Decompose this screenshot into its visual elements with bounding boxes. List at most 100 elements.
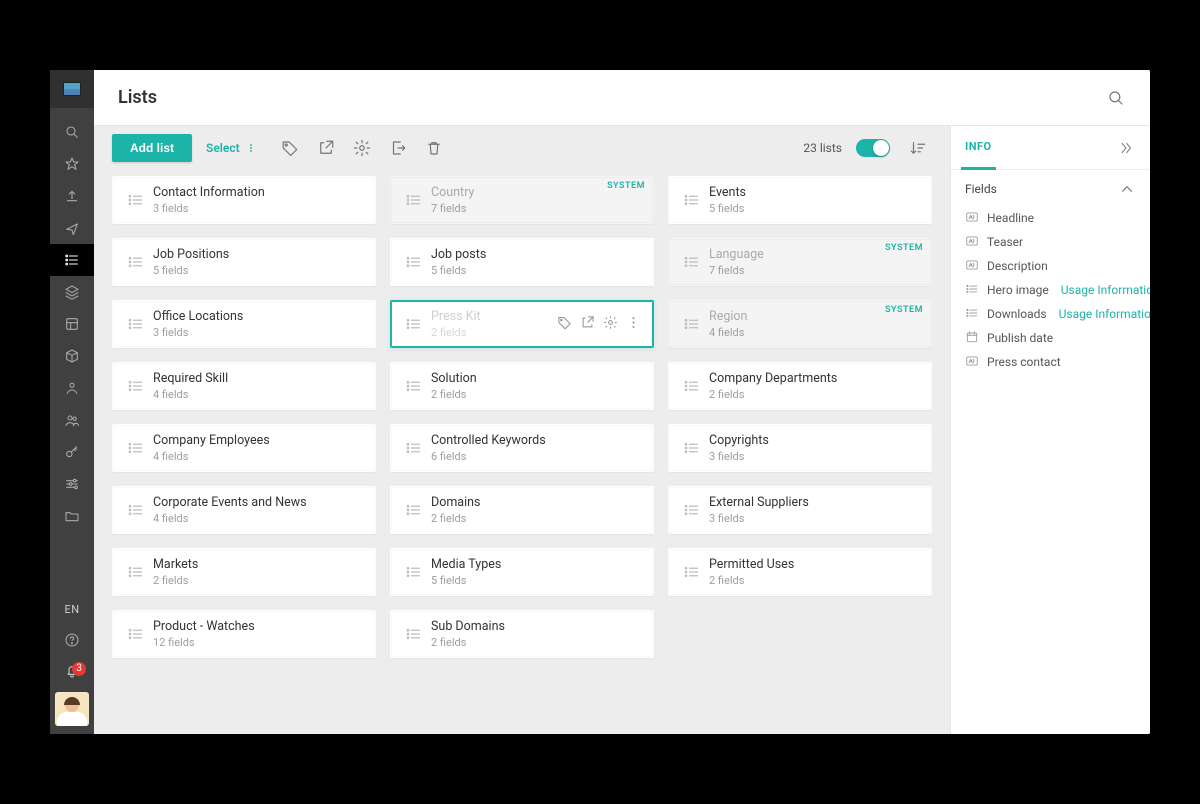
list-card[interactable]: Required Skill 4 fields [112, 362, 376, 410]
list-subtitle: 7 fields [431, 202, 474, 215]
list-card[interactable]: Job posts 5 fields [390, 238, 654, 286]
list-title: Controlled Keywords [431, 433, 546, 448]
topbar: Lists [94, 70, 1150, 126]
list-title: Region [709, 309, 747, 324]
info-panel: INFO Fields Headline [950, 126, 1150, 734]
list-icon [675, 501, 709, 519]
list-icon [397, 625, 431, 643]
list-card[interactable]: Company Departments 2 fields [668, 362, 932, 410]
field-row[interactable]: Downloads Usage Information [965, 302, 1136, 326]
list-subtitle: 4 fields [709, 326, 747, 339]
list-card[interactable]: Company Employees 4 fields [112, 424, 376, 472]
list-title: Corporate Events and News [153, 495, 307, 510]
section-title-fields: Fields [965, 182, 997, 196]
list-card[interactable]: Domains 2 fields [390, 486, 654, 534]
nav-folder[interactable] [50, 500, 94, 532]
language-selector[interactable]: EN [50, 594, 94, 624]
notifications-badge: 3 [72, 662, 86, 676]
nav-dashboard[interactable] [50, 308, 94, 340]
list-subtitle: 7 fields [709, 264, 764, 277]
nav-layers[interactable] [50, 276, 94, 308]
list-title: Language [709, 247, 764, 262]
list-card[interactable]: Language 7 fields SYSTEM [668, 238, 932, 286]
nav-user[interactable] [50, 372, 94, 404]
card-open-icon[interactable] [580, 315, 595, 334]
card-gear-icon[interactable] [603, 315, 618, 334]
field-row[interactable]: Hero image Usage Information [965, 278, 1136, 302]
list-card[interactable]: Markets 2 fields [112, 548, 376, 596]
nav-share[interactable] [50, 212, 94, 244]
list-card[interactable]: Copyrights 3 fields [668, 424, 932, 472]
nav-upload[interactable] [50, 180, 94, 212]
notifications-button[interactable]: 3 [50, 656, 94, 686]
list-card[interactable]: Solution 2 fields [390, 362, 654, 410]
list-subtitle: 5 fields [153, 264, 229, 277]
field-name: Hero image [987, 283, 1049, 297]
list-card[interactable]: Sub Domains 2 fields [390, 610, 654, 658]
view-toggle[interactable] [856, 139, 890, 157]
nav-favorites[interactable] [50, 148, 94, 180]
nav-settings[interactable] [50, 468, 94, 500]
toolbar-open-external-icon[interactable] [312, 134, 340, 162]
help-icon[interactable] [50, 624, 94, 656]
list-icon [675, 377, 709, 395]
nav-search[interactable] [50, 116, 94, 148]
field-row[interactable]: Headline [965, 206, 1136, 230]
select-button[interactable]: Select [206, 141, 256, 155]
section-collapse-icon[interactable] [1118, 180, 1136, 198]
list-card[interactable]: Controlled Keywords 6 fields [390, 424, 654, 472]
panel-collapse-icon[interactable] [1112, 134, 1140, 162]
list-title: Job Positions [153, 247, 229, 262]
card-tag-icon[interactable] [557, 315, 572, 334]
list-subtitle: 5 fields [431, 574, 501, 587]
field-row[interactable]: Teaser [965, 230, 1136, 254]
list-icon [397, 377, 431, 395]
avatar[interactable] [55, 692, 89, 726]
list-card[interactable]: Permitted Uses 2 fields [668, 548, 932, 596]
add-list-button[interactable]: Add list [112, 134, 192, 162]
list-subtitle: 2 fields [153, 574, 198, 587]
tab-info[interactable]: INFO [961, 126, 996, 170]
list-card[interactable]: Product - Watches 12 fields [112, 610, 376, 658]
list-card[interactable]: Press Kit 2 fields [390, 300, 654, 348]
card-more-icon[interactable] [626, 315, 641, 334]
list-card[interactable]: Region 4 fields SYSTEM [668, 300, 932, 348]
field-type-icon [965, 210, 979, 227]
list-icon [397, 253, 431, 271]
usage-info-link[interactable]: Usage Information [1059, 307, 1150, 321]
field-row[interactable]: Publish date [965, 326, 1136, 350]
nav-lists[interactable] [50, 244, 94, 276]
nav-package[interactable] [50, 340, 94, 372]
topbar-search-icon[interactable] [1102, 84, 1130, 112]
nav-sidebar: EN 3 [50, 70, 94, 734]
list-card[interactable]: Corporate Events and News 4 fields [112, 486, 376, 534]
nav-users[interactable] [50, 404, 94, 436]
list-title: Contact Information [153, 185, 265, 200]
list-icon [675, 253, 709, 271]
field-row[interactable]: Press contact [965, 350, 1136, 374]
system-badge: SYSTEM [885, 305, 923, 315]
list-card[interactable]: Country 7 fields SYSTEM [390, 176, 654, 224]
toolbar-trash-icon[interactable] [420, 134, 448, 162]
list-icon [675, 439, 709, 457]
list-icon [675, 563, 709, 581]
list-card[interactable]: Office Locations 3 fields [112, 300, 376, 348]
list-card[interactable]: External Suppliers 3 fields [668, 486, 932, 534]
list-card[interactable]: Job Positions 5 fields [112, 238, 376, 286]
list-subtitle: 3 fields [709, 450, 769, 463]
usage-info-link[interactable]: Usage Information [1061, 283, 1150, 297]
toolbar-export-icon[interactable] [384, 134, 412, 162]
nav-keys[interactable] [50, 436, 94, 468]
toolbar-tag-icon[interactable] [276, 134, 304, 162]
list-card[interactable]: Media Types 5 fields [390, 548, 654, 596]
toolbar-gear-icon[interactable] [348, 134, 376, 162]
field-row[interactable]: Description [965, 254, 1136, 278]
list-subtitle: 4 fields [153, 450, 270, 463]
list-card[interactable]: Contact Information 3 fields [112, 176, 376, 224]
sort-icon[interactable] [904, 134, 932, 162]
list-title: Press Kit [431, 309, 481, 324]
list-icon [675, 191, 709, 209]
list-title: Office Locations [153, 309, 243, 324]
brand-logo[interactable] [50, 70, 94, 108]
list-card[interactable]: Events 5 fields [668, 176, 932, 224]
